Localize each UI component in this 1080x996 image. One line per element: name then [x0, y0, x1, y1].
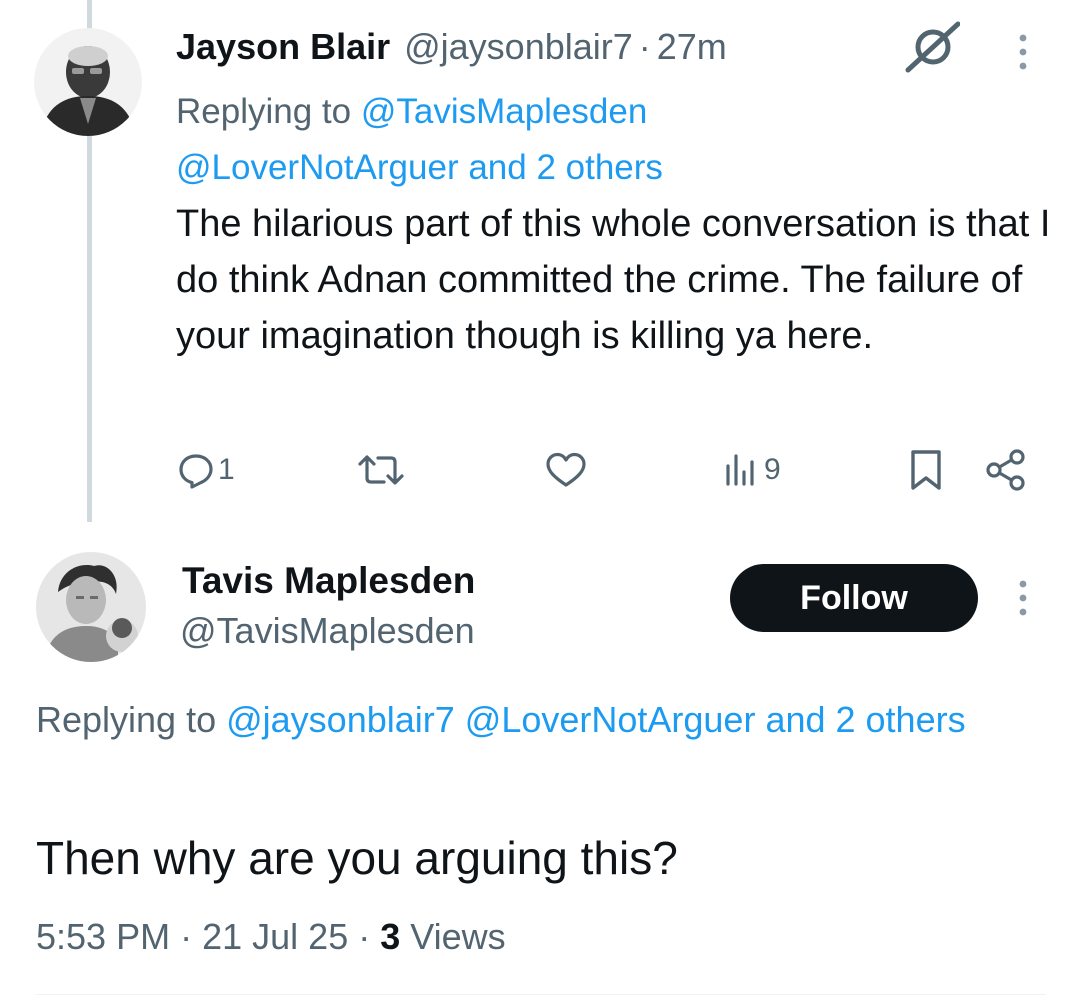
- bookmark-button[interactable]: [908, 440, 944, 500]
- share-icon: [986, 449, 1025, 491]
- mention-link-others[interactable]: @LoverNotArguer and 2 others: [176, 148, 663, 187]
- views-button[interactable]: 9: [722, 440, 781, 500]
- retweet-button[interactable]: [356, 440, 406, 500]
- mention-link[interactable]: @jaysonblair7 @LoverNotArguer and 2 othe…: [226, 699, 965, 740]
- tweet-text: Then why are you arguing this?: [36, 832, 678, 884]
- tweet-header: Jayson Blair @jaysonblair7 · 27m: [176, 24, 727, 70]
- grok-icon[interactable]: [902, 20, 961, 74]
- more-vertical-icon[interactable]: [1012, 578, 1034, 618]
- tweet-action-bar: 1 9: [0, 440, 1080, 500]
- replying-to: Replying to @TavisMaplesden @LoverNotArg…: [176, 84, 1036, 196]
- tweet-date[interactable]: 21 Jul 25: [202, 916, 348, 957]
- replying-prefix: Replying to: [176, 92, 361, 131]
- views-chart-icon: [726, 454, 754, 486]
- separator-dot: ·: [180, 916, 193, 957]
- follow-button[interactable]: Follow: [730, 564, 978, 632]
- mention-link[interactable]: @TavisMaplesden: [361, 92, 648, 131]
- views-count: 9: [764, 453, 781, 486]
- reply-button[interactable]: 1: [176, 440, 235, 500]
- separator-dot: ·: [358, 916, 371, 957]
- avatar[interactable]: [36, 552, 146, 662]
- views-label: Views: [410, 916, 506, 957]
- views-count: 3: [380, 916, 401, 957]
- author-name[interactable]: Tavis Maplesden: [182, 558, 475, 604]
- divider: [36, 994, 1046, 995]
- reply-icon: [179, 454, 213, 489]
- reply-count: 1: [218, 453, 235, 486]
- retweet-icon: [358, 455, 404, 485]
- separator-dot: ·: [638, 26, 651, 67]
- author-handle[interactable]: @TavisMaplesden: [180, 608, 475, 654]
- bookmark-icon: [911, 450, 941, 490]
- replying-to: Replying to @jaysonblair7 @LoverNotArgue…: [36, 692, 1046, 748]
- avatar[interactable]: [34, 28, 142, 136]
- tweet-detail-view: Jayson Blair @jaysonblair7 · 27m Replyin…: [0, 0, 1080, 996]
- share-button[interactable]: [984, 440, 1028, 500]
- heart-icon: [546, 452, 586, 487]
- tweet-time[interactable]: 5:53 PM: [36, 916, 170, 957]
- tweet-time[interactable]: 27m: [657, 24, 727, 70]
- tweet-meta: 5:53 PM · 21 Jul 25 · 3 Views: [36, 912, 506, 962]
- like-button[interactable]: [544, 440, 588, 500]
- tweet-text: The hilarious part of this whole convers…: [176, 203, 1051, 357]
- more-vertical-icon[interactable]: [1012, 32, 1034, 72]
- replying-prefix: Replying to: [36, 699, 227, 740]
- author-name[interactable]: Jayson Blair: [176, 24, 390, 70]
- author-handle[interactable]: @jaysonblair7: [404, 24, 633, 70]
